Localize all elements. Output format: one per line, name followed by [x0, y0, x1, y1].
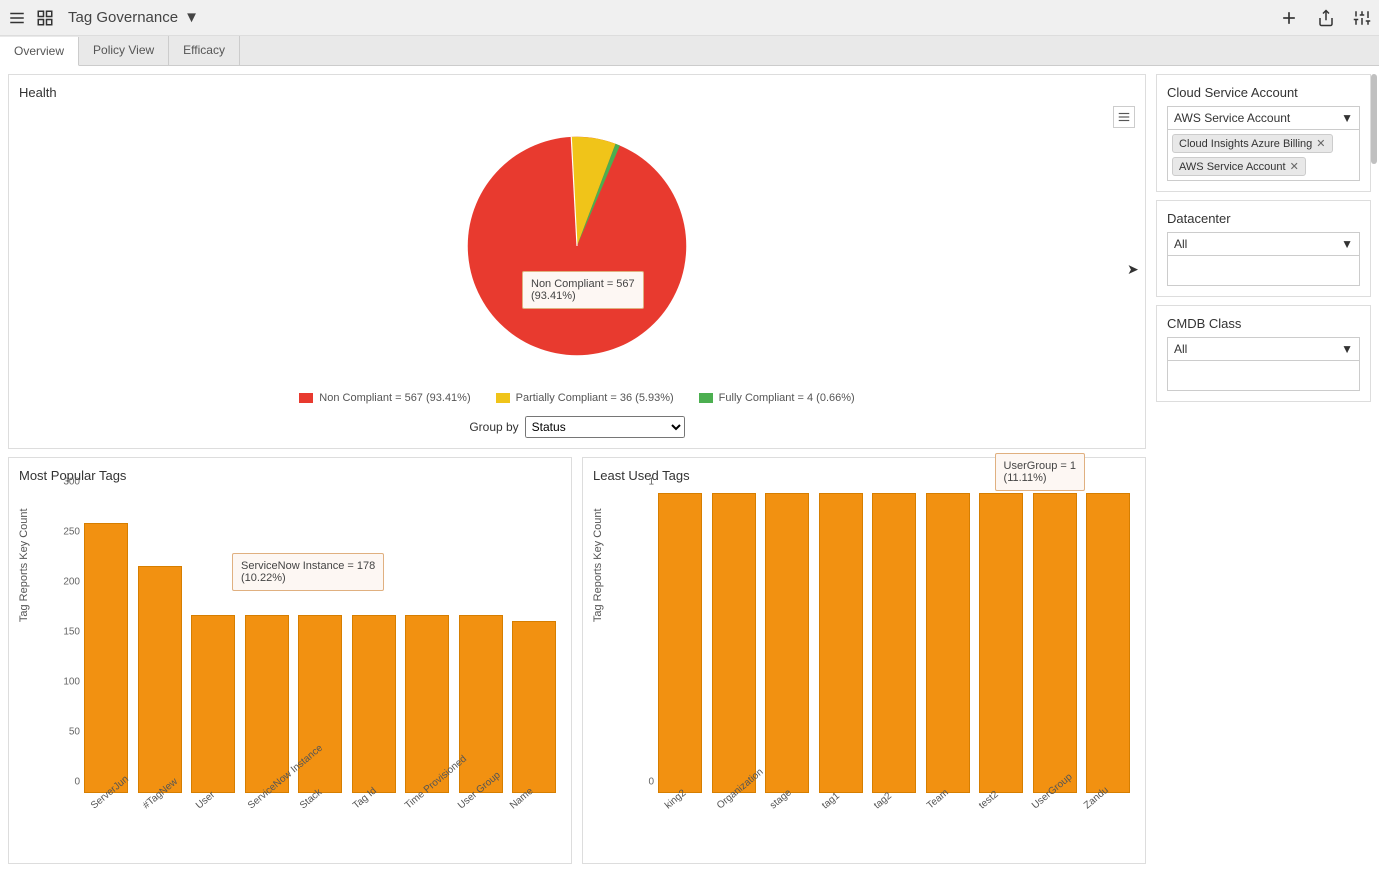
datacenter-filter: Datacenter All ▼ [1156, 200, 1371, 297]
export-icon[interactable] [1317, 9, 1335, 27]
csa-chip-area: Cloud Insights Azure Billing✕ AWS Servic… [1167, 130, 1360, 181]
bar[interactable] [245, 615, 289, 793]
chevron-down-icon: ▼ [1341, 111, 1353, 125]
bar[interactable] [926, 493, 970, 793]
cloud-service-account-filter: Cloud Service Account AWS Service Accoun… [1156, 74, 1371, 192]
least-tags-chart[interactable]: Tag Reports Key Count 01 king2Organizati… [628, 493, 1135, 853]
chip-remove-icon[interactable]: ✕ [1290, 160, 1299, 173]
cursor-icon: ➤ [1127, 261, 1139, 278]
least-tooltip: UserGroup = 1 (11.11%) [995, 453, 1085, 491]
legend-item-partially-compliant[interactable]: Partially Compliant = 36 (5.93%) [496, 392, 674, 404]
page-title: Tag Governance [68, 9, 178, 26]
legend-item-non-compliant[interactable]: Non Compliant = 567 (93.41%) [299, 392, 470, 404]
popular-tooltip: ServiceNow Instance = 178 (10.22%) [232, 553, 384, 591]
filter-title: CMDB Class [1167, 316, 1360, 331]
filter-title: Cloud Service Account [1167, 85, 1360, 100]
add-icon[interactable] [1279, 8, 1299, 28]
chevron-down-icon: ▼ [1341, 237, 1353, 251]
bar[interactable] [512, 621, 556, 793]
chevron-down-icon: ▼ [184, 9, 199, 26]
y-tick: 0 [648, 777, 654, 788]
tooltip-line1: Non Compliant = 567 [531, 278, 635, 290]
popular-tags-chart[interactable]: Tag Reports Key Count 050100150200250300… [54, 493, 561, 853]
y-tick: 0 [74, 777, 80, 788]
filter-chip[interactable]: Cloud Insights Azure Billing✕ [1172, 134, 1333, 153]
y-tick: 1 [648, 477, 654, 488]
pie-tooltip: Non Compliant = 567 (93.41%) [522, 271, 644, 309]
cmdb-select[interactable]: All ▼ [1167, 337, 1360, 361]
health-legend: Non Compliant = 567 (93.41%) Partially C… [19, 392, 1135, 404]
menu-icon[interactable] [8, 9, 26, 27]
app-header: Tag Governance ▼ [0, 0, 1379, 36]
tooltip-line2: (93.41%) [531, 290, 635, 302]
groupby-select[interactable]: Status [525, 416, 685, 438]
csa-select[interactable]: AWS Service Account ▼ [1167, 106, 1360, 130]
bar[interactable] [84, 523, 128, 793]
popular-tags-title: Most Popular Tags [19, 468, 561, 483]
bar[interactable] [712, 493, 756, 793]
bar[interactable] [658, 493, 702, 793]
y-tick: 150 [63, 627, 80, 638]
scrollbar-thumb[interactable] [1371, 74, 1377, 164]
grid-icon[interactable] [36, 9, 54, 27]
y-axis-label: Tag Reports Key Count [18, 508, 30, 622]
bar[interactable] [765, 493, 809, 793]
filter-chip[interactable]: AWS Service Account✕ [1172, 157, 1306, 176]
y-axis-label: Tag Reports Key Count [592, 508, 604, 622]
bar[interactable] [191, 615, 235, 793]
cmdb-class-filter: CMDB Class All ▼ [1156, 305, 1371, 402]
bar[interactable] [1086, 493, 1130, 793]
health-pie-chart[interactable] [462, 106, 692, 386]
bar[interactable] [138, 566, 182, 793]
page-title-dropdown[interactable]: Tag Governance ▼ [68, 9, 199, 26]
cmdb-chip-area [1167, 361, 1360, 391]
dc-select[interactable]: All ▼ [1167, 232, 1360, 256]
dc-chip-area [1167, 256, 1360, 286]
health-title: Health [19, 85, 1135, 100]
chip-remove-icon[interactable]: ✕ [1316, 137, 1325, 150]
filter-title: Datacenter [1167, 211, 1360, 226]
health-panel: Health [8, 74, 1146, 449]
groupby-label: Group by [469, 420, 518, 434]
tab-bar: Overview Policy View Efficacy [0, 36, 1379, 66]
y-tick: 300 [63, 477, 80, 488]
popular-tags-panel: Most Popular Tags Tag Reports Key Count … [8, 457, 572, 864]
bar[interactable] [1033, 493, 1077, 793]
y-tick: 200 [63, 577, 80, 588]
least-tags-panel: Least Used Tags UserGroup = 1 (11.11%) T… [582, 457, 1146, 864]
chevron-down-icon: ▼ [1341, 342, 1353, 356]
bar[interactable] [979, 493, 1023, 793]
panel-options-icon[interactable] [1113, 106, 1135, 128]
settings-sliders-icon[interactable] [1353, 9, 1371, 27]
tab-policy-view[interactable]: Policy View [79, 36, 169, 65]
legend-item-fully-compliant[interactable]: Fully Compliant = 4 (0.66%) [699, 392, 855, 404]
y-tick: 100 [63, 677, 80, 688]
bar[interactable] [872, 493, 916, 793]
y-tick: 50 [69, 727, 80, 738]
tab-overview[interactable]: Overview [0, 37, 79, 66]
bar[interactable] [819, 493, 863, 793]
bar[interactable] [405, 615, 449, 793]
y-tick: 250 [63, 527, 80, 538]
bar[interactable] [459, 615, 503, 793]
tab-efficacy[interactable]: Efficacy [169, 36, 240, 65]
bar[interactable] [352, 615, 396, 793]
